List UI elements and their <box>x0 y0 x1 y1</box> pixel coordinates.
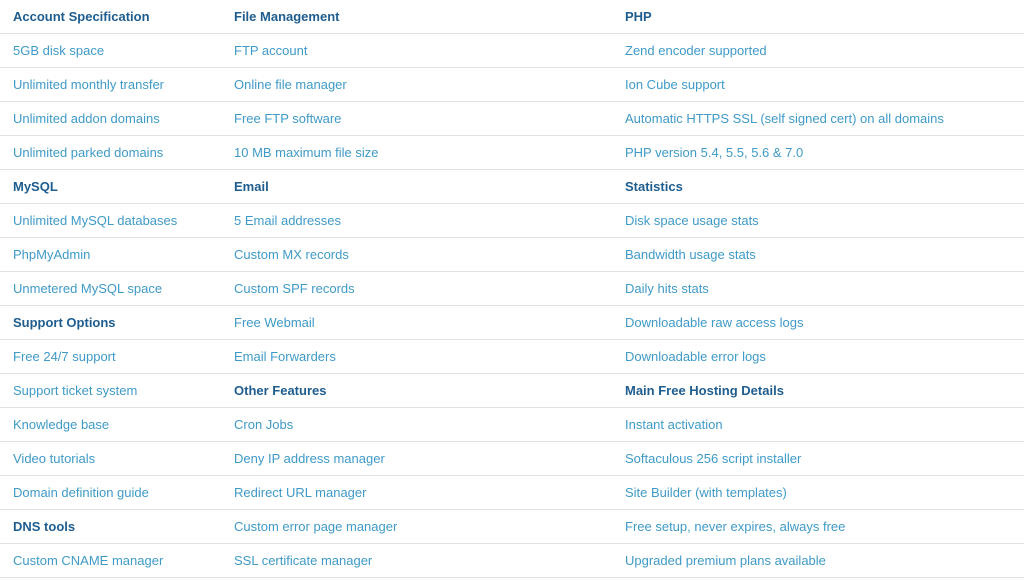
feature-item: SSL certificate manager <box>234 553 373 568</box>
table-row: 5GB disk space FTP account Zend encoder su… <box>0 34 1024 68</box>
table-row: PhpMyAdmin Custom MX records Bandwidth usa… <box>0 238 1024 272</box>
table-row: Support ticket system Other Features Main … <box>0 374 1024 408</box>
section-heading: Account Specification <box>13 9 150 24</box>
feature-item: Knowledge base <box>13 417 110 432</box>
feature-item: Unlimited MySQL databases <box>13 213 178 228</box>
feature-item: PhpMyAdmin <box>13 247 91 262</box>
feature-item: Email Forwarders <box>234 349 336 364</box>
feature-item: Upgraded premium plans available <box>625 553 826 568</box>
section-heading: PHP <box>625 9 652 24</box>
table-row: Unlimited monthly transfer Online file ma… <box>0 68 1024 102</box>
table-row: Domain definition guide Redirect URL mana… <box>0 476 1024 510</box>
feature-item: Instant activation <box>625 417 723 432</box>
table-row: Unmetered MySQL space Custom SPF records D… <box>0 272 1024 306</box>
feature-item: Free setup, never expires, always free <box>625 519 846 534</box>
table-row: Unlimited addon domains Free FTP software… <box>0 102 1024 136</box>
section-heading: MySQL <box>13 179 58 194</box>
section-heading: File Management <box>234 9 340 24</box>
feature-item: Downloadable raw access logs <box>625 315 804 330</box>
feature-item: PHP version 5.4, 5.5, 5.6 & 7.0 <box>625 145 804 160</box>
feature-item: Custom error page manager <box>234 519 398 534</box>
table-row: Account Specification File Management PHP <box>0 0 1024 34</box>
feature-item: Free 24/7 support <box>13 349 116 364</box>
features-table: Account Specification File Management PHP 5… <box>0 0 1024 578</box>
table-row: Custom CNAME manager SSL certificate mana… <box>0 544 1024 578</box>
feature-item: Custom SPF records <box>234 281 355 296</box>
feature-item: 5GB disk space <box>13 43 105 58</box>
section-heading: DNS tools <box>13 519 76 534</box>
feature-item: Unlimited parked domains <box>13 145 164 160</box>
feature-item: Disk space usage stats <box>625 213 759 228</box>
feature-item: 5 Email addresses <box>234 213 341 228</box>
feature-item: Video tutorials <box>13 451 96 466</box>
feature-item: Deny IP address manager <box>234 451 385 466</box>
feature-item: Site Builder (with templates) <box>625 485 787 500</box>
feature-item: Unlimited addon domains <box>13 111 160 126</box>
table-row: Unlimited MySQL databases 5 Email address… <box>0 204 1024 238</box>
table-row: Unlimited parked domains 10 MB maximum fi… <box>0 136 1024 170</box>
section-heading: Other Features <box>234 383 327 398</box>
feature-item: 10 MB maximum file size <box>234 145 379 160</box>
section-heading: Main Free Hosting Details <box>625 383 784 398</box>
section-heading: Email <box>234 179 269 194</box>
feature-item: Support ticket system <box>13 383 138 398</box>
feature-item: Zend encoder supported <box>625 43 767 58</box>
table-row: MySQL Email Statistics <box>0 170 1024 204</box>
feature-item: FTP account <box>234 43 308 58</box>
feature-item: Custom CNAME manager <box>13 553 164 568</box>
feature-item: Cron Jobs <box>234 417 294 432</box>
feature-item: Unlimited monthly transfer <box>13 77 164 92</box>
table-row: Video tutorials Deny IP address manager So… <box>0 442 1024 476</box>
section-heading: Statistics <box>625 179 683 194</box>
feature-item: Domain definition guide <box>13 485 149 500</box>
feature-item: Free Webmail <box>234 315 315 330</box>
feature-item: Daily hits stats <box>625 281 709 296</box>
feature-item: Redirect URL manager <box>234 485 367 500</box>
feature-item: Free FTP software <box>234 111 342 126</box>
table-row: Free 24/7 support Email Forwarders Downloa… <box>0 340 1024 374</box>
section-heading: Support Options <box>13 315 116 330</box>
feature-item: Custom MX records <box>234 247 349 262</box>
feature-item: Bandwidth usage stats <box>625 247 756 262</box>
table-row: Support Options Free Webmail Downloadable … <box>0 306 1024 340</box>
table-row: DNS tools Custom error page manager Free s… <box>0 510 1024 544</box>
feature-item: Ion Cube support <box>625 77 725 92</box>
feature-item: Downloadable error logs <box>625 349 766 364</box>
feature-item: Online file manager <box>234 77 347 92</box>
feature-item: Unmetered MySQL space <box>13 281 163 296</box>
feature-item: Automatic HTTPS SSL (self signed cert) o… <box>625 111 944 126</box>
feature-item: Softaculous 256 script installer <box>625 451 802 466</box>
table-row: Knowledge base Cron Jobs Instant activatio… <box>0 408 1024 442</box>
